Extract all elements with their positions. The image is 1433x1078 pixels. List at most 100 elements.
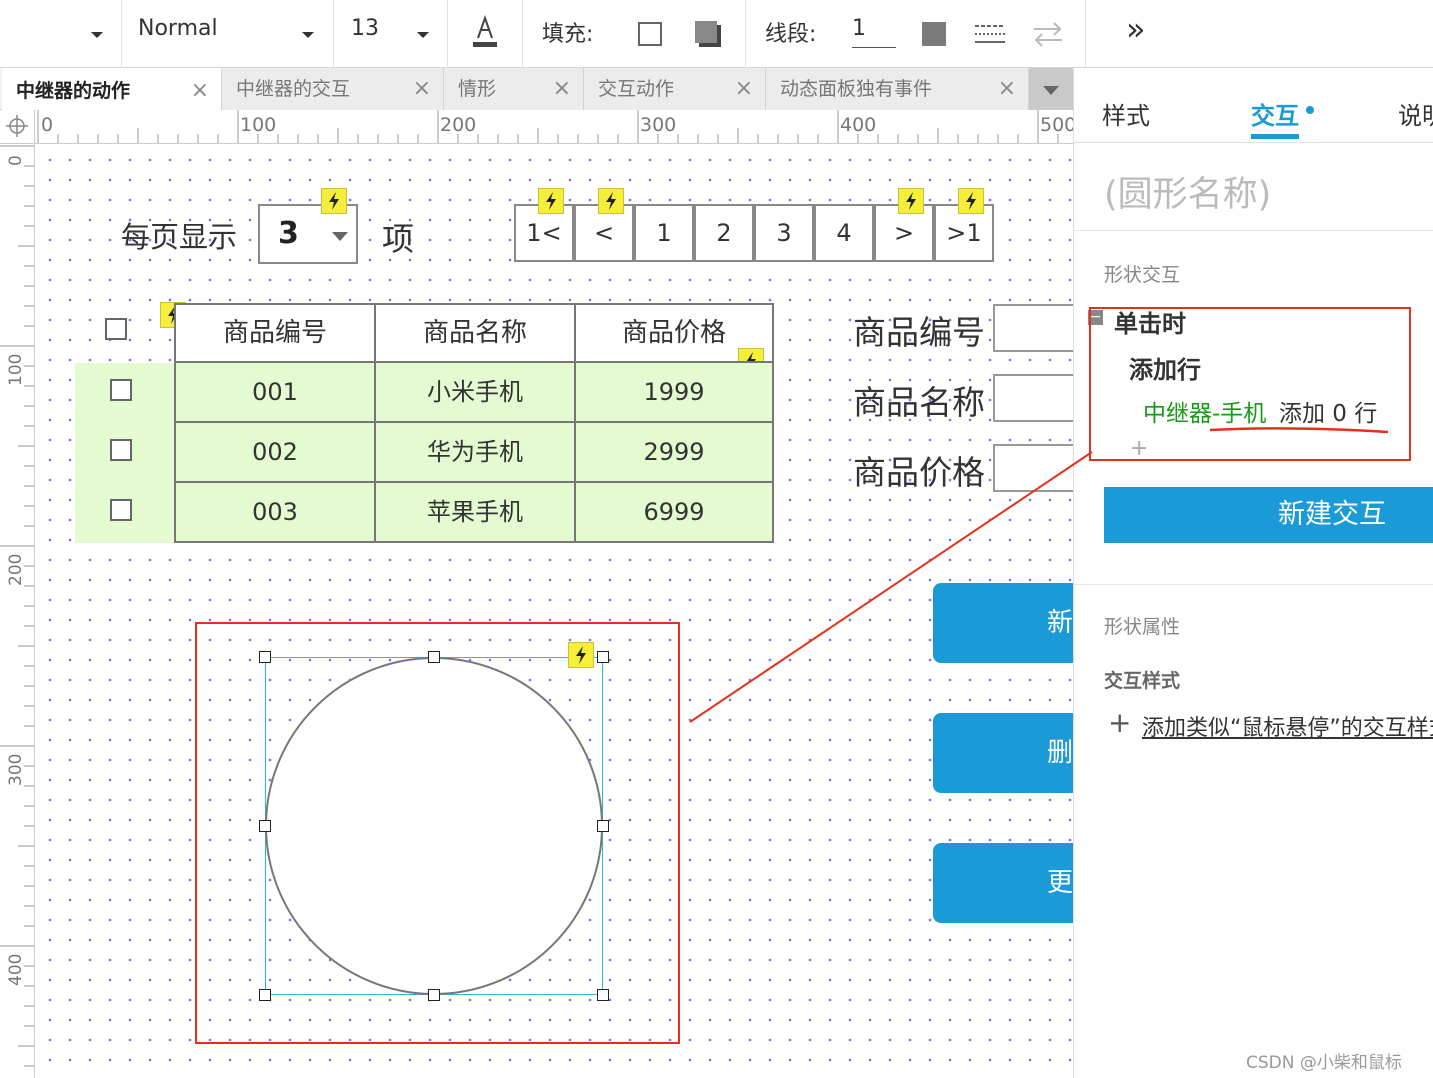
ruler-vertical: 0 100 200 300 400 (0, 144, 35, 1078)
tab-dynamic-panel-events[interactable]: 动态面板独有事件 × (766, 68, 1029, 110)
table-cell: 002 (174, 421, 376, 483)
product-price-field[interactable] (993, 444, 1073, 492)
tab-cases[interactable]: 情形 × (444, 68, 584, 110)
table-header-cell: 商品编号 (174, 303, 376, 363)
pager-page-4[interactable]: 4 (814, 204, 874, 262)
tab-repeater-actions[interactable]: 中继器的动作 × (2, 68, 222, 110)
divider (121, 0, 122, 68)
page-tabs: 中继器的动作 × 中继器的交互 × 情形 × 交互动作 × 动态面板独有事件 × (0, 68, 1073, 110)
ruler-label: 100 (6, 353, 26, 386)
tab-label: 交互动作 (598, 78, 675, 100)
field-label: 商品价格 (853, 453, 985, 492)
resize-handle[interactable] (259, 989, 271, 1001)
font-size-select[interactable]: 13 (351, 16, 379, 41)
add-button[interactable]: 新 (933, 583, 1073, 663)
section-title: 形状属性 (1104, 616, 1181, 638)
line-pattern-icon[interactable] (975, 20, 1005, 48)
tab-label: 中继器的交互 (236, 78, 351, 100)
resize-handle[interactable] (428, 651, 440, 663)
pager-page-2[interactable]: 2 (694, 204, 754, 262)
shadow-icon[interactable] (694, 20, 722, 48)
ruler-horizontal: 0 100 200 300 400 500 (35, 110, 1073, 144)
per-page-label: 每页显示 (121, 220, 238, 254)
ruler-label: 300 (6, 753, 26, 786)
ruler-label: 0 (6, 155, 26, 166)
close-icon[interactable]: × (553, 68, 571, 110)
annotation-box (1089, 307, 1411, 461)
circle-shape[interactable] (265, 657, 603, 995)
ruler-origin-icon (0, 110, 35, 144)
tab-interaction-actions[interactable]: 交互动作 × (584, 68, 766, 110)
divider (522, 0, 523, 68)
add-interaction-style-link[interactable]: 添加类似“鼠标悬停”的交互样式 (1142, 710, 1433, 742)
divider (1074, 230, 1433, 231)
interaction-style-label: 交互样式 (1104, 670, 1181, 692)
ruler-label: 400 (840, 114, 877, 136)
divider (333, 0, 334, 68)
table-cell: 苹果手机 (374, 481, 576, 543)
tab-style[interactable]: 样式 (1102, 96, 1150, 131)
tab-notes[interactable]: 说明 (1398, 96, 1433, 131)
close-icon[interactable]: × (998, 68, 1016, 110)
close-icon[interactable]: × (413, 68, 431, 110)
stroke-width-input[interactable]: 1 (852, 16, 896, 48)
row-checkbox[interactable] (110, 439, 132, 461)
pager-page-3[interactable]: 3 (754, 204, 814, 262)
resize-handle[interactable] (259, 651, 271, 663)
divider (1074, 142, 1433, 143)
pager-page-1[interactable]: 1 (634, 204, 694, 262)
tab-repeater-interactions[interactable]: 中继器的交互 × (222, 68, 444, 110)
resize-handle[interactable] (597, 651, 609, 663)
ruler-label: 500 (1040, 114, 1073, 136)
tab-overflow-button[interactable] (1029, 68, 1073, 110)
design-canvas[interactable]: 每页显示 3 项 1< < 1 2 3 4 > >1 商品编号 商品名称 商品价… (35, 144, 1073, 1078)
table-cell: 6999 (574, 481, 774, 543)
product-name-field[interactable] (993, 374, 1073, 422)
tab-label: 情形 (458, 78, 497, 100)
chevron-down-icon[interactable] (417, 32, 429, 38)
stroke-label: 线段: (765, 22, 817, 47)
arrow-style-icon[interactable] (1032, 20, 1064, 48)
resize-handle[interactable] (597, 989, 609, 1001)
chevron-down-icon[interactable] (302, 32, 314, 38)
row-checkbox[interactable] (110, 379, 132, 401)
row-checkbox[interactable] (110, 499, 132, 521)
ruler-label: 100 (240, 114, 277, 136)
lightning-icon (568, 642, 594, 668)
chevron-down-icon[interactable] (91, 32, 103, 38)
close-icon[interactable]: × (735, 68, 753, 110)
lightning-icon (538, 188, 564, 214)
delete-button[interactable]: 删 (933, 713, 1073, 793)
ruler-label: 0 (41, 114, 54, 136)
close-icon[interactable]: × (191, 70, 209, 112)
new-interaction-button[interactable]: 新建交互 (1104, 487, 1433, 543)
divider (1074, 584, 1433, 585)
add-icon[interactable]: + (1108, 706, 1131, 739)
active-dot-icon (1306, 106, 1314, 114)
resize-handle[interactable] (597, 820, 609, 832)
shape-name-input[interactable]: (圆形名称) (1104, 166, 1271, 217)
more-icon[interactable]: » (1126, 10, 1146, 48)
tab-label: 动态面板独有事件 (780, 78, 933, 100)
table-cell: 华为手机 (374, 421, 576, 483)
ruler-label: 200 (6, 553, 26, 586)
update-button[interactable]: 更 (933, 843, 1073, 923)
active-tab-indicator (1251, 134, 1299, 139)
table-cell: 003 (174, 481, 376, 543)
lightning-icon (321, 188, 347, 214)
field-label: 商品名称 (853, 383, 985, 422)
table-cell: 001 (174, 361, 376, 423)
watermark: CSDN @小柴和鼠标 (1246, 1053, 1402, 1073)
font-style-select[interactable]: Normal (138, 16, 218, 41)
fill-color-icon[interactable] (638, 22, 662, 46)
stroke-color-icon[interactable] (922, 22, 946, 46)
product-id-field[interactable] (993, 304, 1073, 352)
resize-handle[interactable] (259, 820, 271, 832)
resize-handle[interactable] (428, 989, 440, 1001)
font-color-icon[interactable] (472, 14, 498, 48)
tab-interactions[interactable]: 交互 (1251, 96, 1299, 131)
per-page-value: 3 (278, 216, 299, 251)
chevron-down-icon (332, 232, 348, 241)
lightning-icon (598, 188, 624, 214)
select-all-checkbox[interactable] (105, 318, 127, 340)
